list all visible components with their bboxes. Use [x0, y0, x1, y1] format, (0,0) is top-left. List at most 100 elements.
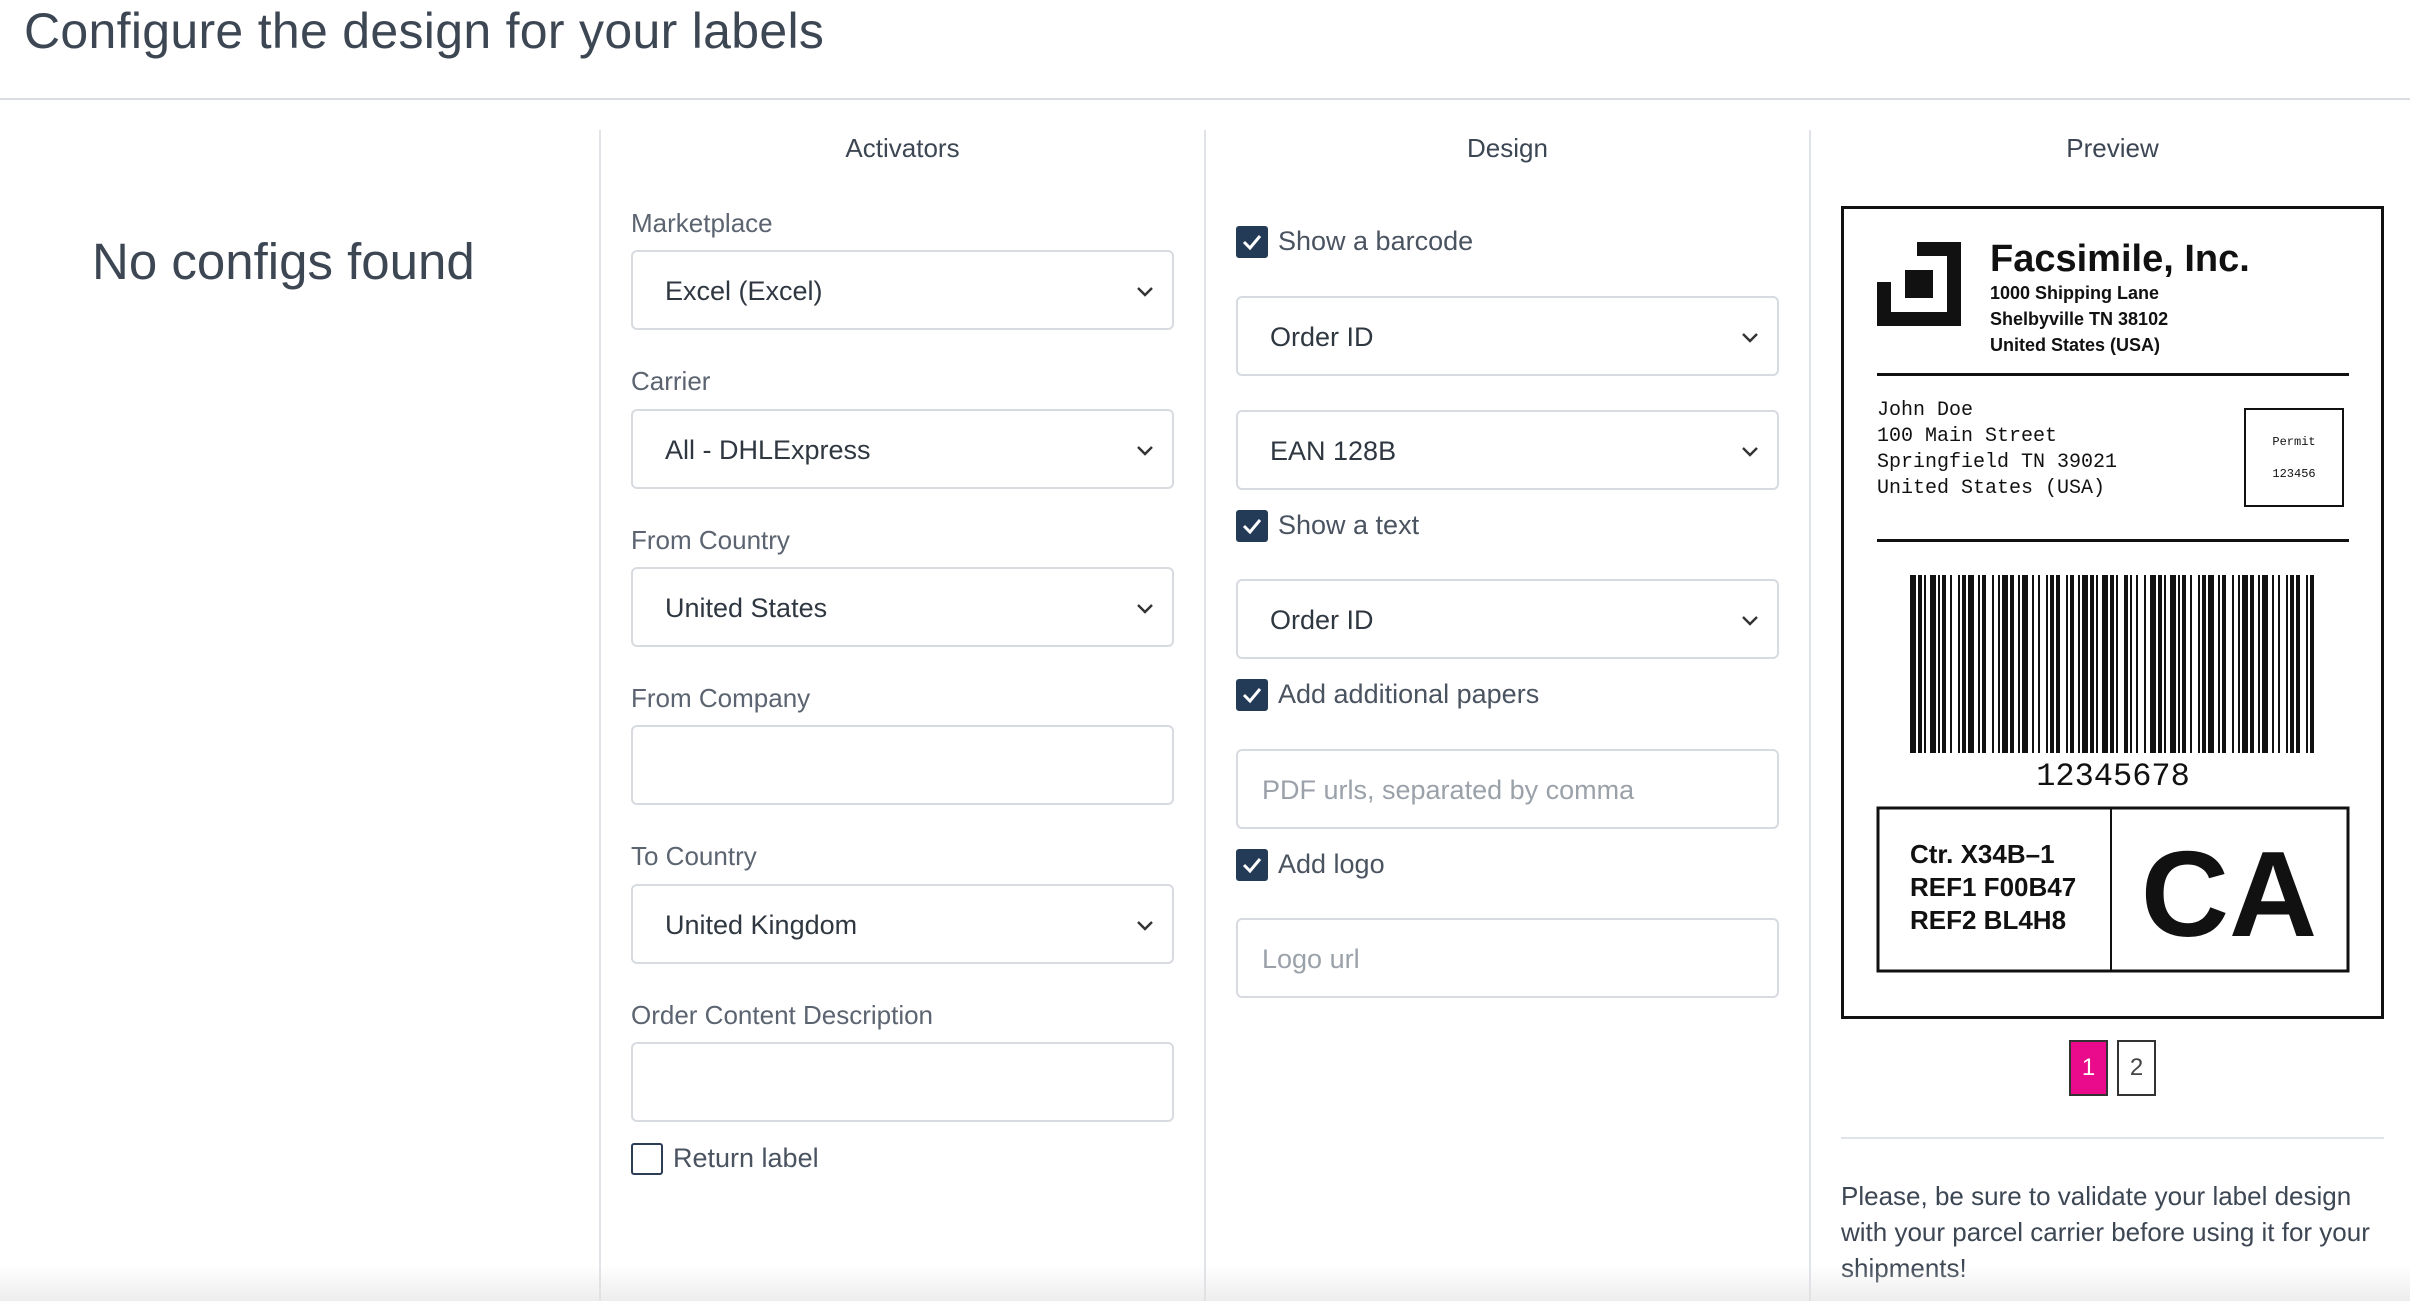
chevron-down-icon: [1137, 287, 1153, 297]
barcode-bar: [2050, 575, 2054, 753]
barcode-bar: [2144, 575, 2146, 753]
pager-page-1-button[interactable]: 1: [2069, 1040, 2108, 1096]
barcode-bar: [2124, 575, 2128, 753]
label-divider: [1877, 373, 2349, 376]
barcode-bar: [2290, 575, 2294, 753]
barcode-bar: [2258, 575, 2260, 753]
from-country-value: United States: [665, 593, 828, 623]
reference-line: Ctr. X34B–1: [1910, 839, 2055, 869]
label-recipient-line: United States (USA): [1877, 477, 2105, 500]
permit-number: 123456: [2272, 467, 2315, 481]
logo-url-input[interactable]: Logo url: [1236, 918, 1779, 998]
barcode-bar: [2190, 575, 2192, 753]
barcode-bar: [1924, 575, 1926, 753]
barcode-bar: [2278, 575, 2280, 753]
add-logo-checkbox[interactable]: [1236, 849, 1268, 881]
barcode-bar: [2022, 575, 2028, 753]
to-country-label: To Country: [631, 841, 757, 871]
logo-url-placeholder: Logo url: [1262, 944, 1360, 974]
column-divider: [599, 130, 601, 1301]
barcode-bar: [2110, 575, 2114, 753]
order-content-label: Order Content Description: [631, 1000, 934, 1030]
return-label-text: Return label: [673, 1143, 819, 1173]
barcode-bar: [2272, 575, 2274, 753]
chevron-down-icon: [1742, 616, 1758, 626]
show-barcode-label: Show a barcode: [1278, 226, 1474, 256]
text-field-select[interactable]: Order ID: [1236, 579, 1779, 659]
barcode-bar: [2286, 575, 2288, 753]
title-divider: [0, 98, 2410, 100]
company-logo-icon: [1877, 242, 1961, 326]
additional-papers-checkbox-row[interactable]: Add additional papers: [1236, 679, 1686, 713]
marketplace-label: Marketplace: [631, 208, 773, 238]
barcode-bar: [1918, 575, 1922, 753]
add-logo-checkbox-row[interactable]: Add logo: [1236, 849, 1636, 883]
reference-line: REF2 BL4H8: [1910, 905, 2066, 935]
carrier-select[interactable]: All - DHLExpress: [631, 409, 1174, 489]
barcode-bar: [1958, 575, 1960, 753]
additional-papers-checkbox[interactable]: [1236, 679, 1268, 711]
checkmark-icon: [1242, 858, 1262, 874]
additional-papers-label: Add additional papers: [1278, 679, 1540, 709]
chevron-down-icon: [1137, 921, 1153, 931]
chevron-down-icon: [1137, 604, 1153, 614]
activators-heading: Activators: [845, 133, 960, 163]
barcode-bar: [1938, 575, 1940, 753]
show-barcode-checkbox-row[interactable]: Show a barcode: [1236, 226, 1636, 260]
barcode-bar: [2158, 575, 2162, 753]
from-company-input[interactable]: [631, 725, 1174, 805]
barcode-bar: [2032, 575, 2034, 753]
barcode-bar: [2066, 575, 2068, 753]
barcode-bar: [2164, 575, 2166, 753]
barcode-bar: [2056, 575, 2060, 753]
barcode-bar: [2130, 575, 2132, 753]
pdf-urls-input[interactable]: PDF urls, separated by comma: [1236, 749, 1779, 829]
label-recipient-line: John Doe: [1877, 399, 1973, 422]
show-barcode-checkbox[interactable]: [1236, 226, 1268, 258]
show-text-checkbox-row[interactable]: Show a text: [1236, 510, 1636, 544]
routing-code: CA: [2141, 826, 2317, 962]
pager-page-2-button[interactable]: 2: [2117, 1040, 2156, 1096]
from-country-label: From Country: [631, 525, 790, 555]
label-sender-line: 1000 Shipping Lane: [1990, 283, 2159, 303]
chevron-down-icon: [1742, 447, 1758, 457]
show-text-checkbox[interactable]: [1236, 510, 1268, 542]
label-company-name: Facsimile, Inc.: [1990, 238, 2250, 280]
barcode-bar: [2218, 575, 2220, 753]
barcode-bar: [2150, 575, 2156, 753]
preview-heading: Preview: [2066, 133, 2159, 163]
return-label-checkbox[interactable]: [631, 1143, 663, 1175]
show-text-label: Show a text: [1278, 510, 1420, 540]
design-heading: Design: [1467, 133, 1548, 163]
permit-box: [2244, 408, 2344, 507]
barcode-bar: [2046, 575, 2048, 753]
marketplace-value: Excel (Excel): [665, 276, 823, 306]
marketplace-select[interactable]: Excel (Excel): [631, 250, 1174, 330]
label-preview: Facsimile, Inc. 1000 Shipping Lane Shelb…: [1841, 206, 2384, 1019]
barcode-bar: [2082, 575, 2088, 753]
barcode-bar: [2242, 575, 2248, 753]
barcode-bar: [1910, 575, 1916, 753]
preview-divider: [1841, 1137, 2384, 1139]
empty-configs-message: No configs found: [92, 233, 475, 290]
pdf-urls-placeholder: PDF urls, separated by comma: [1262, 775, 1635, 805]
barcode-number: 12345678: [2036, 758, 2190, 795]
order-content-input[interactable]: [631, 1042, 1174, 1122]
label-divider: [1877, 539, 2349, 542]
checkmark-icon: [1242, 688, 1262, 704]
barcode-bar: [2018, 575, 2020, 753]
from-company-label: From Company: [631, 683, 811, 713]
barcode-bar: [2222, 575, 2226, 753]
return-label-checkbox-row[interactable]: Return label: [631, 1143, 931, 1177]
barcode-bar: [2202, 575, 2206, 753]
barcode-field-select[interactable]: Order ID: [1236, 296, 1779, 376]
label-recipient-line: Springfield TN 39021: [1877, 451, 2117, 474]
barcode-bar: [1962, 575, 1966, 753]
page-title: Configure the design for your labels: [24, 3, 825, 59]
barcode-type-select[interactable]: EAN 128B: [1236, 410, 1779, 490]
column-divider: [1809, 130, 1811, 1301]
from-country-select[interactable]: United States: [631, 567, 1174, 647]
to-country-select[interactable]: United Kingdom: [631, 884, 1174, 964]
barcode-bar: [2010, 575, 2014, 753]
barcode: [1910, 575, 2314, 753]
